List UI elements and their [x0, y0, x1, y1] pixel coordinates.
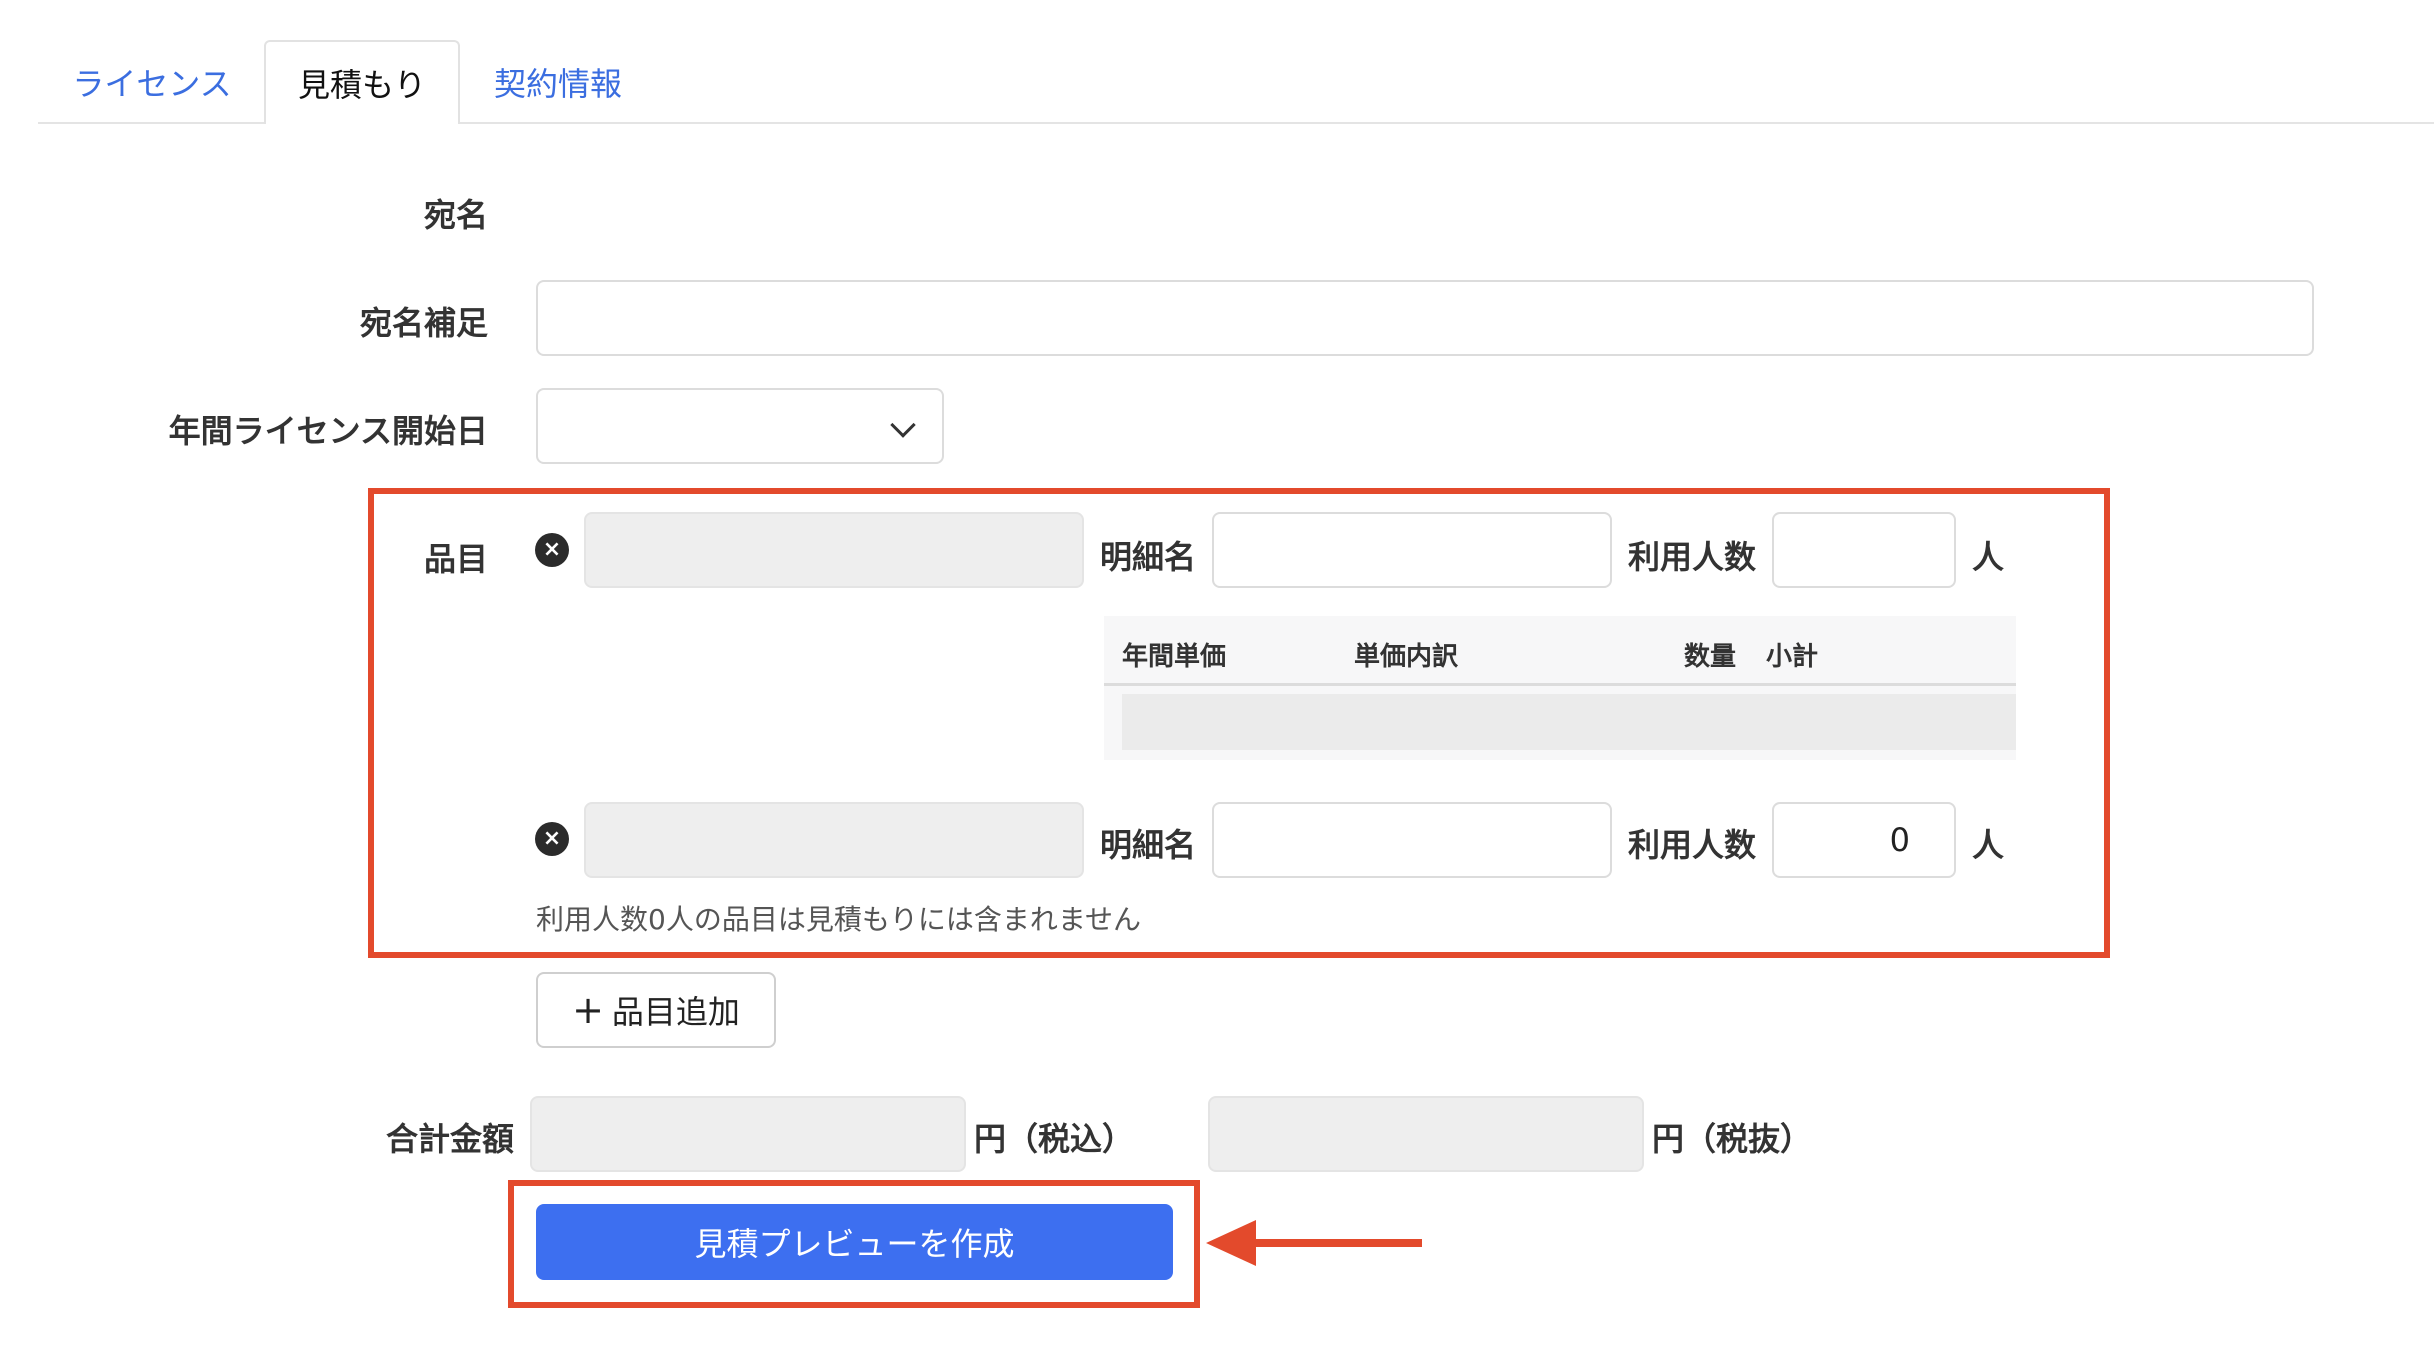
- total-tax-included-field: [530, 1096, 966, 1172]
- chevron-down-icon: [890, 412, 916, 438]
- recipient-note-label: 宛名補足: [359, 304, 488, 342]
- total-tax-excluded-field: [1208, 1096, 1644, 1172]
- total-amount-label: 合計金額: [385, 1120, 514, 1158]
- tab-estimate[interactable]: 見積もり: [264, 40, 460, 124]
- tax-excluded-unit: 円（税抜）: [1652, 1120, 1813, 1158]
- plus-icon: +: [572, 988, 604, 1032]
- add-item-button[interactable]: + 品目追加: [536, 972, 776, 1048]
- recipient-label: 宛名: [423, 196, 488, 234]
- recipient-note-input[interactable]: [536, 280, 2314, 356]
- items-highlight-box: [368, 488, 2110, 958]
- tab-contract-info[interactable]: 契約情報: [466, 40, 650, 124]
- tab-license[interactable]: ライセンス: [46, 40, 258, 124]
- start-date-label: 年間ライセンス開始日: [168, 412, 488, 450]
- add-item-label: 品目追加: [611, 993, 740, 1031]
- arrow-left-icon: [1206, 1220, 1422, 1266]
- tax-included-unit: 円（税込）: [974, 1120, 1135, 1158]
- preview-button-highlight-box: [508, 1180, 1200, 1308]
- start-date-select[interactable]: [536, 388, 944, 464]
